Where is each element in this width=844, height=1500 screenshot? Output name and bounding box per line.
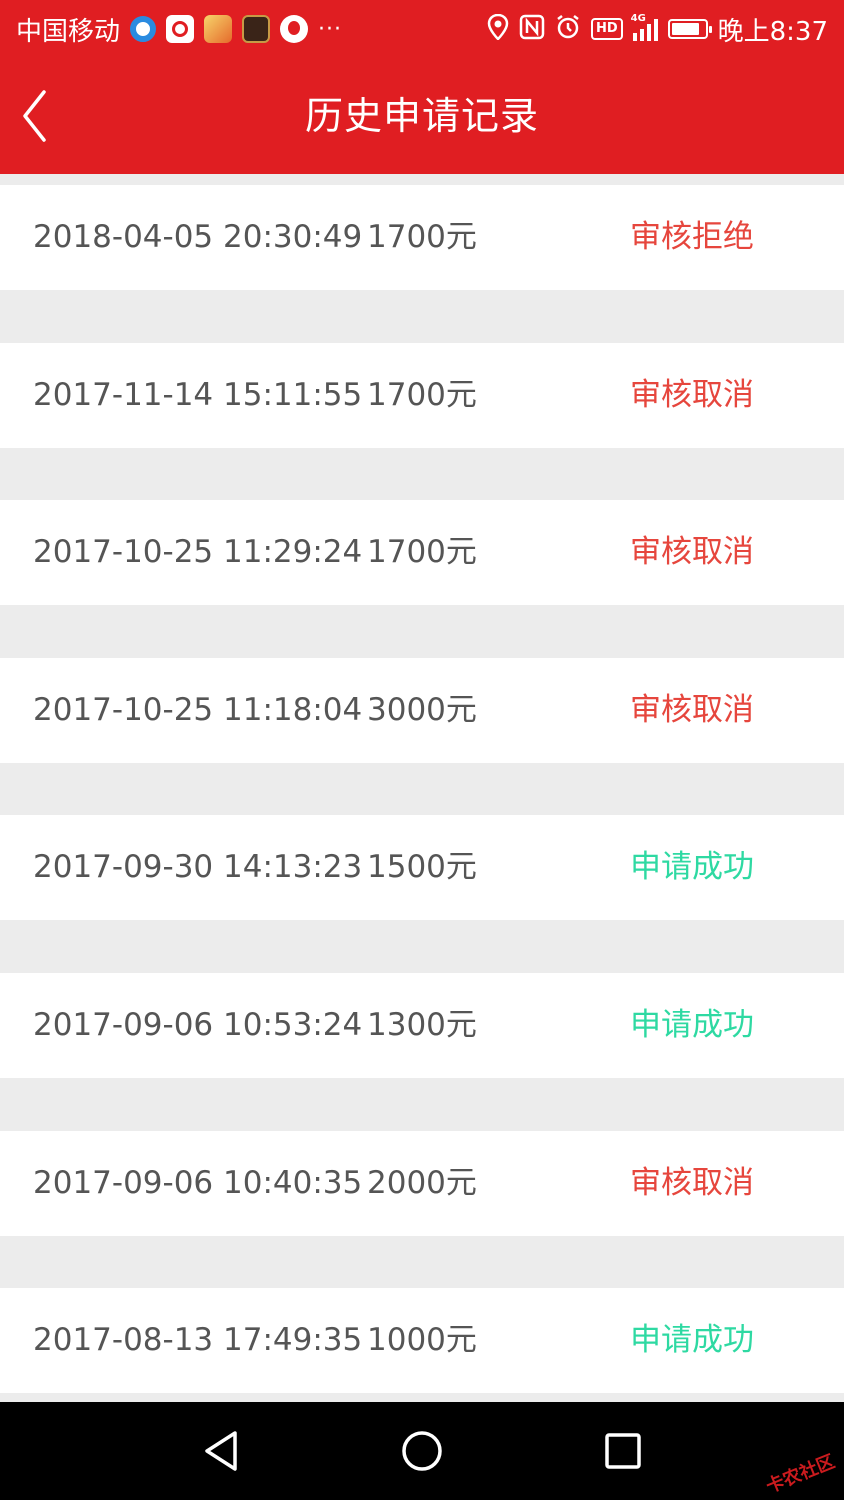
record-status: 审核取消 <box>630 534 754 571</box>
record-amount: 1300元 <box>367 1006 477 1043</box>
record-datetime: 2017-10-25 11:18:04 <box>33 691 363 728</box>
list-item[interactable]: 2017-09-06 10:40:35 2000元 审核取消 <box>0 1130 844 1236</box>
clock: 晚上8:37 <box>717 16 828 47</box>
record-status: 申请成功 <box>630 1006 754 1043</box>
app-notification-icon <box>130 16 157 42</box>
battery-icon <box>667 19 712 39</box>
recents-square-icon <box>605 1433 642 1469</box>
nav-recents-button[interactable] <box>593 1421 653 1481</box>
alarm-icon <box>555 14 581 44</box>
record-amount: 2000元 <box>367 1164 477 1201</box>
app-notification-icon <box>166 15 195 43</box>
record-amount: 3000元 <box>367 691 477 728</box>
status-bar: 中国移动 ··· HD 4G 晚上8:37 <box>0 0 844 58</box>
app-notification-icon <box>242 15 271 43</box>
record-amount: 1700元 <box>367 534 477 571</box>
record-datetime: 2017-08-13 17:49:35 <box>33 1322 363 1359</box>
nav-home-button[interactable] <box>392 1421 452 1481</box>
app-notification-icon <box>204 15 233 43</box>
record-datetime: 2018-04-05 20:30:49 <box>33 219 363 255</box>
record-datetime: 2017-11-14 15:11:55 <box>33 376 363 413</box>
signal-icon: 4G <box>631 13 658 41</box>
list-item[interactable]: 2018-04-05 20:30:49 1700元 审核拒绝 <box>0 185 844 290</box>
app-notification-icon <box>280 15 309 43</box>
back-triangle-icon <box>204 1431 237 1471</box>
home-circle-icon <box>402 1431 442 1471</box>
record-amount: 1700元 <box>367 376 477 413</box>
record-status: 申请成功 <box>630 1322 754 1359</box>
record-status: 审核取消 <box>630 691 754 728</box>
record-amount: 1000元 <box>367 1322 477 1359</box>
record-datetime: 2017-09-06 10:53:24 <box>33 1006 363 1043</box>
record-datetime: 2017-10-25 11:29:24 <box>33 534 363 571</box>
record-amount: 1500元 <box>367 849 477 886</box>
system-navigation-bar: 卡农社区 <box>0 1402 844 1500</box>
record-status: 申请成功 <box>630 849 754 886</box>
nav-back-button[interactable] <box>191 1421 251 1481</box>
app-header: 历史申请记录 <box>0 58 844 174</box>
location-icon <box>487 13 509 44</box>
record-datetime: 2017-09-30 14:13:23 <box>33 849 363 886</box>
record-status: 审核取消 <box>630 1164 754 1201</box>
record-status: 审核拒绝 <box>630 219 754 255</box>
record-datetime: 2017-09-06 10:40:35 <box>33 1164 363 1201</box>
list-item[interactable]: 2017-11-14 15:11:55 1700元 审核取消 <box>0 342 844 448</box>
list-item[interactable]: 2017-10-25 11:29:24 1700元 审核取消 <box>0 500 844 606</box>
hd-icon: HD <box>590 18 623 40</box>
application-history-list: 2018-04-05 20:30:49 1700元 审核拒绝 2017-11-1… <box>0 185 844 1394</box>
page-title: 历史申请记录 <box>304 94 539 138</box>
list-item[interactable]: 2017-09-06 10:53:24 1300元 申请成功 <box>0 972 844 1078</box>
carrier-label: 中国移动 <box>16 16 121 47</box>
list-item[interactable]: 2017-10-25 11:18:04 3000元 审核取消 <box>0 657 844 763</box>
list-item[interactable]: 2017-09-30 14:13:23 1500元 申请成功 <box>0 815 844 921</box>
list-item[interactable]: 2017-08-13 17:49:35 1000元 申请成功 <box>0 1288 844 1394</box>
record-amount: 1700元 <box>367 219 477 255</box>
nfc-icon <box>519 14 545 44</box>
more-notifications-icon: ··· <box>318 16 342 42</box>
record-status: 审核取消 <box>630 376 754 413</box>
watermark-logo: 卡农社区 <box>763 1451 838 1498</box>
